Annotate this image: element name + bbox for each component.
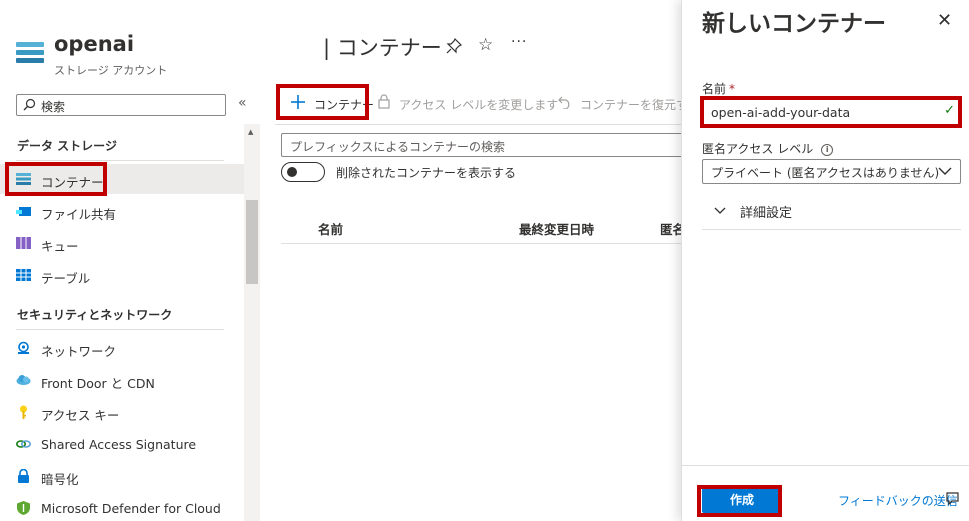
sidebar-item-front-door[interactable]: Front Door と CDN — [0, 365, 244, 395]
resource-name: openai — [54, 32, 135, 56]
network-icon — [18, 341, 29, 354]
show-deleted-toggle[interactable] — [281, 162, 325, 182]
sidebar-item-label: Shared Access Signature — [41, 437, 197, 452]
collapse-sidebar-icon[interactable]: « — [238, 95, 247, 111]
file-share-icon — [16, 207, 31, 216]
sidebar-item-label: コンテナー — [41, 175, 104, 190]
info-icon[interactable]: i — [821, 144, 834, 156]
resource-sidebar: openai ストレージ アカウント 検索 « データ ストレージ コンテナー … — [0, 0, 260, 521]
sidebar-item-file-shares[interactable]: ファイル共有 — [0, 196, 244, 226]
access-label-text: 匿名アクセス レベル — [702, 142, 814, 156]
sidebar-item-containers[interactable]: コンテナー — [0, 164, 244, 194]
sidebar-item-networking[interactable]: ネットワーク — [0, 333, 244, 363]
panel-title: 新しいコンテナー — [702, 11, 886, 37]
link-icon — [16, 440, 31, 448]
azure-portal: openai ストレージ アカウント 検索 « データ ストレージ コンテナー … — [0, 0, 969, 521]
sidebar-item-access-keys[interactable]: アクセス キー — [0, 397, 244, 427]
access-level-field-label: 匿名アクセス レベル i — [702, 140, 834, 157]
column-header-last-modified[interactable]: 最終変更日時 — [519, 219, 594, 238]
section-divider — [16, 329, 224, 330]
required-marker: * — [729, 82, 736, 96]
sidebar-item-label: Front Door と CDN — [41, 376, 155, 391]
undo-icon — [558, 96, 570, 109]
shield-icon — [17, 501, 30, 515]
toggle-knob — [287, 167, 297, 177]
container-name-input[interactable]: open-ai-add-your-data ✓ — [702, 99, 961, 125]
add-container-button[interactable]: コンテナー — [282, 84, 374, 120]
search-icon — [23, 98, 36, 111]
send-feedback-link[interactable]: フィードバックの送信 — [838, 492, 958, 509]
create-button[interactable]: 作成 — [702, 487, 782, 513]
section-data-storage: データ ストレージ — [17, 139, 117, 153]
restore-container-button[interactable]: コンテナーを復元す — [556, 84, 688, 120]
feedback-icon[interactable] — [945, 492, 959, 506]
container-name-value: open-ai-add-your-data — [711, 105, 851, 120]
sidebar-item-label: Microsoft Defender for Cloud — [41, 501, 221, 516]
pin-icon[interactable] — [446, 38, 462, 54]
filter-placeholder: プレフィックスによるコンテナーの検索 — [290, 140, 506, 154]
advanced-settings-expander[interactable]: 詳細設定 — [702, 196, 961, 230]
valid-checkmark-icon: ✓ — [944, 103, 955, 118]
scroll-up-arrow-icon[interactable]: ▲ — [248, 128, 253, 136]
sidebar-item-encryption[interactable]: 暗号化 — [0, 461, 244, 491]
section-security-networking: セキュリティとネットワーク — [17, 308, 173, 322]
name-field-label: 名前 * — [702, 80, 735, 97]
container-prefix-search-input[interactable]: プレフィックスによるコンテナーの検索 — [281, 133, 681, 157]
show-deleted-label: 削除されたコンテナーを表示する — [336, 166, 517, 180]
storage-account-icon — [16, 42, 44, 64]
restore-container-label: コンテナーを復元す — [580, 98, 689, 112]
advanced-settings-label: 詳細設定 — [740, 206, 793, 221]
add-container-label: コンテナー — [314, 98, 375, 112]
access-level-dropdown[interactable]: プライベート (匿名アクセスはありません) — [702, 159, 961, 184]
sidebar-item-label: アクセス キー — [41, 408, 120, 423]
table-header-divider — [281, 243, 681, 244]
sidebar-item-sas[interactable]: Shared Access Signature — [0, 429, 244, 459]
sidebar-item-label: ファイル共有 — [41, 207, 117, 222]
new-container-panel: 新しいコンテナー ✕ 名前 * open-ai-add-your-data ✓ 匿… — [681, 0, 969, 521]
page-title: | コンテナー — [323, 36, 442, 60]
command-bar-divider — [275, 124, 681, 125]
sidebar-item-defender[interactable]: Microsoft Defender for Cloud — [0, 493, 244, 521]
chevron-down-icon — [714, 207, 726, 214]
sidebar-item-label: キュー — [41, 239, 79, 254]
sidebar-item-label: 暗号化 — [41, 472, 79, 487]
more-options-icon[interactable]: ··· — [511, 34, 527, 50]
column-header-name[interactable]: 名前 — [318, 219, 343, 238]
chevron-down-icon — [938, 167, 952, 175]
access-level-value: プライベート (匿名アクセスはありません) — [711, 166, 940, 180]
sidebar-scrollbar[interactable] — [244, 124, 260, 521]
sidebar-item-tables[interactable]: テーブル — [0, 260, 244, 290]
sidebar-item-queues[interactable]: キュー — [0, 228, 244, 258]
change-access-level-label: アクセス レベルを変更します — [399, 98, 559, 112]
name-label-text: 名前 — [702, 82, 727, 96]
lock-icon — [18, 469, 29, 483]
favorite-star-icon[interactable]: ☆ — [478, 35, 493, 55]
footer-divider — [682, 465, 969, 466]
sidebar-item-label: テーブル — [41, 271, 91, 286]
container-icon — [16, 173, 31, 185]
change-access-level-button[interactable]: アクセス レベルを変更します — [376, 84, 558, 120]
sidebar-scroll-thumb[interactable] — [246, 200, 258, 284]
resource-type: ストレージ アカウント — [54, 64, 168, 77]
close-icon[interactable]: ✕ — [937, 10, 952, 31]
cloud-icon — [16, 375, 31, 385]
plus-icon — [291, 95, 305, 109]
sidebar-item-label: ネットワーク — [41, 344, 117, 359]
search-placeholder: 検索 — [41, 100, 66, 114]
queue-icon — [16, 237, 31, 249]
lock-icon — [378, 94, 390, 109]
sidebar-search-input[interactable]: 検索 — [16, 94, 226, 116]
table-icon — [16, 269, 31, 281]
section-divider — [16, 160, 224, 161]
key-icon — [20, 405, 27, 419]
